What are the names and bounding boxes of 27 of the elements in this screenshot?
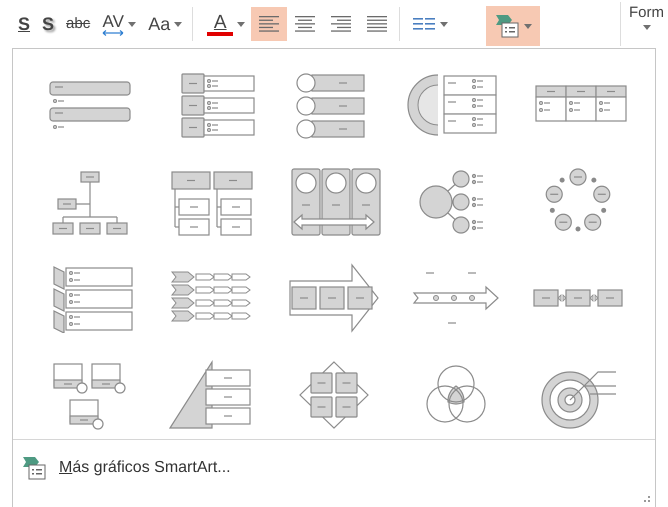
justify-icon — [365, 15, 390, 33]
columns-icon — [412, 17, 436, 31]
align-right-icon — [329, 15, 354, 33]
more-smartart-link[interactable]: Más gráficos SmartArt... — [21, 454, 231, 492]
caret-icon — [440, 22, 448, 26]
align-left-icon — [257, 15, 282, 33]
strikethrough-button[interactable]: abc — [60, 7, 96, 41]
more-smartart-text: Más gráficos SmartArt... — [59, 458, 231, 478]
smartart-button[interactable] — [486, 6, 540, 46]
align-left-button[interactable] — [251, 7, 288, 41]
change-case-button[interactable]: Aa — [142, 7, 188, 41]
align-center-icon — [293, 15, 318, 33]
format-button[interactable]: Form — [620, 2, 664, 46]
font-color-button[interactable]: A — [201, 7, 252, 41]
caret-icon — [174, 22, 182, 26]
caret-icon — [524, 24, 532, 28]
caret-icon — [642, 24, 650, 30]
double-arrow-icon — [102, 30, 124, 36]
smartart-icon — [494, 13, 520, 39]
character-spacing-button[interactable]: AV — [96, 7, 142, 41]
underline-button[interactable]: S — [12, 7, 36, 41]
shadow-button[interactable]: S — [36, 7, 60, 41]
caret-icon — [128, 22, 136, 26]
color-bar — [207, 32, 234, 36]
resize-grip-icon[interactable] — [643, 495, 651, 503]
smartart-icon — [21, 454, 47, 480]
caret-icon — [237, 22, 246, 26]
